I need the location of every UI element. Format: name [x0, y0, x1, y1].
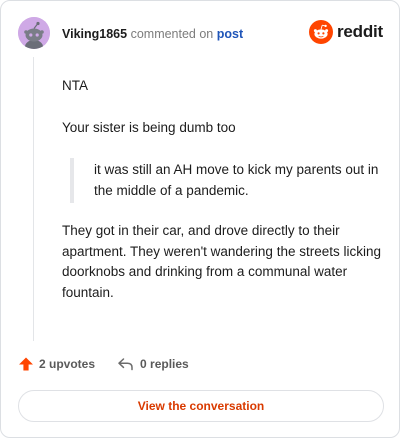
reply-arrow-icon [118, 358, 133, 371]
reddit-logo[interactable]: reddit [308, 20, 383, 44]
comment-body: NTA Your sister is being dumb too it was… [62, 76, 382, 303]
snoo-avatar-icon [18, 17, 50, 49]
commented-on-text: commented on [130, 27, 214, 41]
reddit-alien-icon [308, 20, 333, 44]
upvote-count[interactable]: 2 upvotes [18, 356, 95, 372]
blockquote-text: it was still an AH move to kick my paren… [94, 162, 379, 198]
blockquote: it was still an AH move to kick my paren… [70, 158, 382, 203]
comment-header: Viking1865 commented on post [62, 26, 243, 42]
upvote-arrow-icon [19, 357, 33, 371]
replies-label: 0 replies [140, 357, 189, 371]
thread-line [33, 57, 34, 341]
comment-footer: 2 upvotes 0 replies [18, 356, 189, 372]
comment-paragraph-car: They got in their car, and drove directl… [62, 223, 381, 300]
upvotes-label: 2 upvotes [39, 357, 96, 371]
view-conversation-button[interactable]: View the conversation [18, 390, 384, 422]
comment-paragraph-nta: NTA [62, 78, 88, 93]
post-link[interactable]: post [217, 27, 243, 41]
comment-embed-card: Viking1865 commented on post reddit NTA … [0, 0, 400, 438]
username-link[interactable]: Viking1865 [62, 27, 127, 41]
reddit-wordmark: reddit [336, 22, 383, 41]
reply-count[interactable]: 0 replies [117, 356, 189, 372]
comment-paragraph-sister: Your sister is being dumb too [62, 119, 236, 135]
avatar[interactable] [18, 17, 50, 49]
